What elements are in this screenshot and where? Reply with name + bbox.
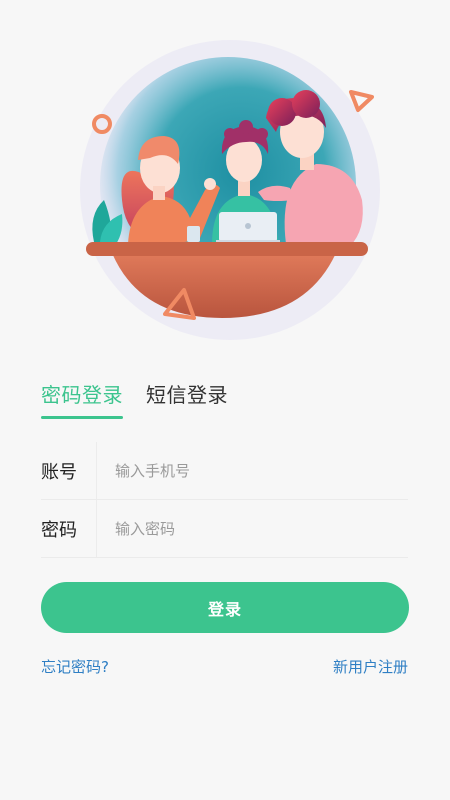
password-input[interactable]: [115, 500, 408, 557]
team-illustration: [80, 40, 380, 340]
tab-password-login[interactable]: 密码登录: [41, 380, 123, 422]
forgot-password-link[interactable]: 忘记密码?: [41, 656, 109, 678]
phone-input[interactable]: [115, 442, 408, 499]
password-label: 密码: [41, 500, 97, 557]
login-screen: 密码登录 短信登录 账号 密码 登录 忘记密码? 新用户注册: [0, 0, 450, 800]
login-tabs: 密码登录 短信登录: [41, 380, 251, 422]
register-link[interactable]: 新用户注册: [333, 656, 408, 678]
account-row: 账号: [41, 442, 408, 500]
tab-sms-login[interactable]: 短信登录: [146, 380, 228, 422]
account-label: 账号: [41, 442, 97, 499]
password-row: 密码: [41, 500, 408, 558]
login-button[interactable]: 登录: [41, 582, 409, 633]
